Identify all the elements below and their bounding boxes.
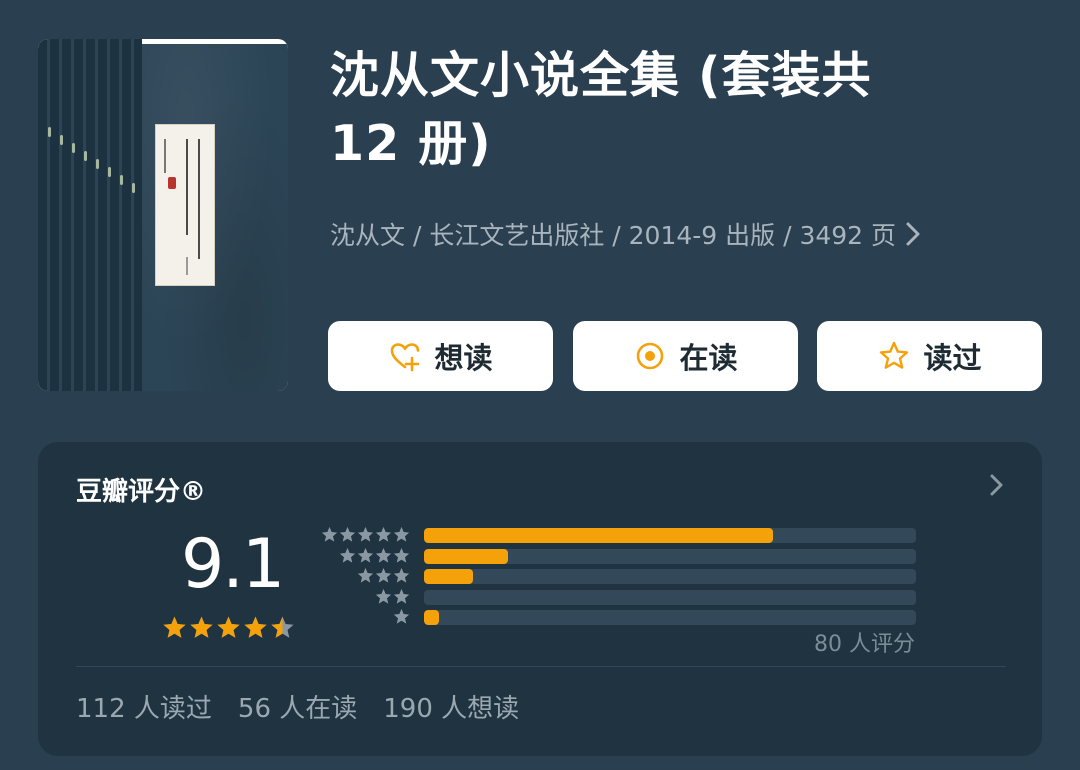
stat-read[interactable]: 112 人读过	[76, 688, 212, 725]
distribution-bar-fill	[424, 569, 474, 584]
reader-stats: 112 人读过 56 人在读 190 人想读	[76, 688, 519, 725]
rating-card-title: 豆瓣评分®	[76, 477, 207, 507]
distribution-row-1-star	[318, 608, 938, 628]
book-title-line-1: 沈从文小说全集 (套装共	[330, 47, 872, 104]
distribution-stars-icon	[321, 526, 410, 543]
distribution-row-3-star	[318, 567, 938, 587]
have-read-label: 读过	[923, 341, 982, 375]
book-title: 沈从文小说全集 (套装共 12 册)	[330, 42, 1030, 178]
distribution-bar-fill	[424, 548, 508, 564]
chevron-right-icon	[906, 222, 920, 246]
chevron-right-icon[interactable]	[988, 472, 1006, 498]
rating-star-icon	[162, 615, 187, 640]
rating-star-icon	[243, 615, 268, 640]
distribution-row-2-star	[318, 588, 938, 608]
stat-want[interactable]: 190 人想读	[383, 688, 519, 725]
book-cover-image[interactable]	[38, 39, 288, 391]
distribution-stars-icon	[357, 567, 410, 584]
distribution-stars-icon	[393, 608, 410, 625]
book-title-line-2: 12 册)	[330, 115, 492, 172]
cover-label	[155, 124, 215, 286]
rating-count: 80 人评分	[814, 632, 915, 657]
distribution-row-4-star	[318, 547, 938, 567]
book-meta-link[interactable]: 沈从文 / 长江文艺出版社 / 2014-9 出版 / 3492 页	[330, 216, 922, 252]
cover-spines	[38, 39, 142, 391]
divider	[76, 666, 1006, 667]
rating-star-icon	[189, 615, 214, 640]
rating-star-icon	[216, 615, 241, 640]
have-read-button[interactable]: 读过	[817, 321, 1042, 391]
distribution-bar-track	[424, 548, 916, 564]
distribution-bar-track	[424, 569, 916, 584]
heart-plus-icon	[391, 343, 420, 372]
distribution-bar-fill	[424, 528, 774, 543]
want-to-read-button[interactable]: 想读	[328, 321, 553, 391]
distribution-bar-track	[424, 610, 916, 625]
distribution-bar-fill	[424, 610, 439, 625]
reading-button[interactable]: 在读	[573, 321, 798, 391]
rating-card[interactable]: 豆瓣评分® 9.1 80 人评分 112 人读过 56 人在读 190 人想读	[38, 442, 1042, 756]
distribution-stars-icon	[375, 588, 410, 605]
distribution-bar-track	[424, 589, 916, 605]
want-to-read-label: 想读	[434, 341, 493, 375]
book-detail-page: 沈从文小说全集 (套装共 12 册) 沈从文 / 长江文艺出版社 / 2014-…	[0, 0, 1080, 770]
star-outline-icon	[880, 341, 909, 369]
distribution-row-5-star	[318, 526, 938, 546]
distribution-stars-icon	[339, 547, 410, 564]
reading-label: 在读	[679, 341, 738, 375]
book-meta-text: 沈从文 / 长江文艺出版社 / 2014-9 出版 / 3492 页	[330, 221, 897, 250]
stat-reading[interactable]: 56 人在读	[238, 688, 357, 725]
target-circle-icon	[637, 342, 664, 370]
rating-score: 9.1	[181, 525, 285, 604]
rating-stars	[162, 615, 295, 640]
distribution-bar-track	[424, 528, 916, 543]
rating-star-icon	[270, 615, 295, 640]
